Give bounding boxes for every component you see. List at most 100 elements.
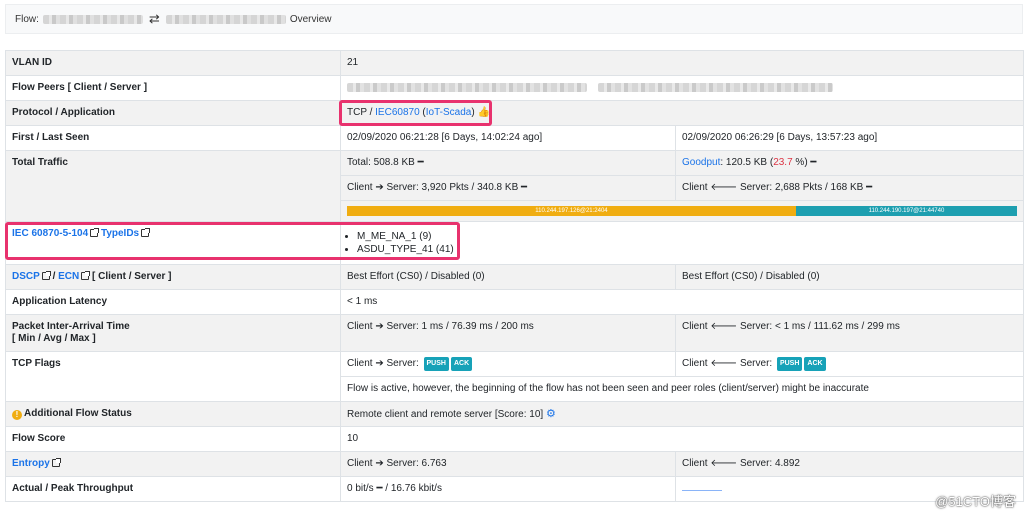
dscp-label: DSCP / ECN [ Client / Server ]: [5, 264, 341, 290]
table-row: Entropy Client ➔ Server: 6.763 Client 🡐 …: [5, 451, 1024, 477]
goodput-percent: 23.7: [773, 157, 793, 168]
iec-label: IEC 60870-5-104 TypeIDs: [5, 221, 341, 265]
paren-close: ): [471, 107, 475, 118]
entropy-label: Entropy: [5, 451, 341, 477]
table-row: Total Traffic Total: 508.8 KB ━ Goodput:…: [5, 150, 1024, 222]
entropy-client: Client ➔ Server: 6.763: [340, 451, 676, 477]
table-row: DSCP / ECN [ Client / Server ] Best Effo…: [5, 264, 1024, 290]
ack-badge: ACK: [450, 357, 473, 371]
iat-label-line2: [ Min / Avg / Max ]: [12, 333, 96, 344]
external-link-icon[interactable]: [81, 271, 91, 280]
overview-label: Overview: [289, 13, 332, 25]
flow-status-label: ! Additional Flow Status: [5, 401, 341, 427]
table-row: VLAN ID 21: [5, 50, 1024, 76]
tcp-flags-server: Client 🡐 Server: PUSH ACK: [675, 351, 1024, 377]
external-link-icon[interactable]: [41, 271, 51, 280]
tcp-flags-note: Flow is active, however, the beginning o…: [340, 376, 1024, 402]
swap-arrows-icon[interactable]: ⇄: [149, 11, 160, 27]
warning-circle-icon: !: [12, 410, 22, 420]
iat-client: Client ➔ Server: 1 ms / 76.39 ms / 200 m…: [340, 314, 676, 352]
dscp-client: Best Effort (CS0) / Disabled (0): [340, 264, 676, 290]
iat-label: Packet Inter-Arrival Time [ Min / Avg / …: [5, 314, 341, 352]
dscp-sep: /: [49, 271, 59, 282]
entropy-link[interactable]: Entropy: [12, 458, 50, 469]
typeid-item: M_ME_NA_1 (9): [357, 230, 1017, 243]
traffic-total: Total: 508.8 KB ━: [340, 150, 676, 176]
latency-label: Application Latency: [5, 289, 341, 315]
redacted-server: [165, 14, 286, 24]
last-seen-value: 02/09/2020 06:26:29 [6 Days, 13:57:23 ag…: [675, 125, 1024, 151]
flow-score-label: Flow Score: [5, 426, 341, 452]
protocol-label: Protocol / Application: [5, 100, 341, 126]
typeids-link[interactable]: TypeIDs: [101, 228, 139, 239]
server-bar-segment[interactable]: 110.244.190.197@21:44740: [795, 206, 1017, 216]
tcp-flags-label: TCP Flags: [5, 351, 341, 402]
flow-score-value: 10: [340, 426, 1024, 452]
goodput-tail: %) ━: [792, 157, 817, 168]
table-row: Actual / Peak Throughput 0 bit/s ━ / 16.…: [5, 476, 1024, 502]
gear-icon[interactable]: ⚙: [546, 408, 556, 420]
redacted-peer-client[interactable]: [347, 82, 587, 92]
tcp-client-text: Client ➔ Server:: [347, 358, 419, 369]
watermark: @51CTO博客: [935, 494, 1016, 509]
flow-status-value: Remote client and remote server [Score: …: [340, 401, 1024, 427]
throughput-label: Actual / Peak Throughput: [5, 476, 341, 502]
flow-breadcrumb: Flow: ⇄ Overview: [5, 4, 1023, 34]
application-link[interactable]: IEC60870: [375, 107, 419, 118]
table-row: TCP Flags Client ➔ Server: PUSH ACK Clien…: [5, 351, 1024, 402]
thumbs-up-icon: 👍: [477, 107, 490, 118]
external-link-icon[interactable]: [51, 458, 61, 467]
ecn-link[interactable]: ECN: [58, 271, 79, 282]
throughput-value: 0 bit/s ━ / 16.76 kbit/s: [340, 476, 676, 502]
dscp-link[interactable]: DSCP: [12, 271, 40, 282]
external-link-icon[interactable]: [90, 228, 100, 237]
vlan-value: 21: [340, 50, 1024, 76]
goodput-amount: : 120.5 KB (: [720, 157, 774, 168]
seen-label: First / Last Seen: [5, 125, 341, 151]
table-row: Application Latency < 1 ms: [5, 289, 1024, 315]
flow-label: Flow:: [15, 13, 39, 25]
traffic-ratio-bar: 110.244.197.126@21:2404 110.244.190.197@…: [347, 206, 1017, 216]
flow-status-score: Remote client and remote server [Score: …: [347, 408, 544, 420]
iec-link[interactable]: IEC 60870-5-104: [12, 228, 88, 239]
dscp-suffix: [ Client / Server ]: [89, 271, 172, 282]
first-seen-value: 02/09/2020 06:21:28 [6 Days, 14:02:24 ag…: [340, 125, 676, 151]
peers-value: [340, 75, 1024, 101]
client-to-server-packets: Client ➔ Server: 3,920 Pkts / 340.8 KB ━: [340, 175, 676, 201]
table-row: First / Last Seen 02/09/2020 06:21:28 [6…: [5, 125, 1024, 151]
ack-badge: ACK: [804, 357, 826, 371]
redacted-peer-server[interactable]: [597, 82, 833, 92]
vlan-label: VLAN ID: [5, 50, 341, 76]
push-badge: PUSH: [776, 357, 803, 371]
table-row: Flow Score 10: [5, 426, 1024, 452]
iat-server: Client 🡐 Server: < 1 ms / 111.62 ms / 29…: [675, 314, 1024, 352]
traffic-label: Total Traffic: [5, 150, 341, 222]
latency-value: < 1 ms: [340, 289, 1024, 315]
table-row: IEC 60870-5-104 TypeIDs M_ME_NA_1 (9)ASD…: [5, 221, 1024, 265]
table-row: ! Additional Flow Status Remote client an…: [5, 401, 1024, 427]
redacted-client: [42, 14, 143, 24]
goodput-link[interactable]: Goodput: [682, 157, 720, 168]
client-bar-segment[interactable]: 110.244.197.126@21:2404: [347, 206, 796, 216]
tcp-server-text: Client 🡐 Server:: [682, 358, 773, 369]
dscp-server: Best Effort (CS0) / Disabled (0): [675, 264, 1024, 290]
typeid-list: M_ME_NA_1 (9)ASDU_TYPE_41 (41): [347, 230, 1017, 256]
table-row: Protocol / Application TCP / IEC60870 (I…: [5, 100, 1024, 126]
iec-types: M_ME_NA_1 (9)ASDU_TYPE_41 (41): [340, 221, 1024, 265]
external-link-icon[interactable]: [141, 228, 151, 237]
flow-status-text: Additional Flow Status: [24, 408, 132, 419]
table-row: Flow Peers [ Client / Server ]: [5, 75, 1024, 101]
protocol-value: TCP / IEC60870 (IoT-Scada) 👍: [340, 100, 1024, 126]
push-badge: PUSH: [423, 357, 449, 371]
protocol-name: TCP /: [347, 107, 376, 118]
throughput-sparkline-line: [682, 484, 722, 491]
typeid-item: ASDU_TYPE_41 (41): [357, 243, 1017, 256]
iat-label-line1: Packet Inter-Arrival Time: [12, 321, 130, 332]
category-link[interactable]: IoT-Scada: [426, 107, 472, 118]
entropy-server: Client 🡐 Server: 4.892: [675, 451, 1024, 477]
traffic-bar-cell: 110.244.197.126@21:2404 110.244.190.197@…: [340, 200, 1024, 222]
peers-label: Flow Peers [ Client / Server ]: [5, 75, 341, 101]
goodput-value: Goodput: 120.5 KB (23.7 %) ━: [675, 150, 1024, 176]
table-row: Packet Inter-Arrival Time [ Min / Avg / …: [5, 314, 1024, 352]
server-to-client-packets: Client 🡐 Server: 2,688 Pkts / 168 KB ━: [675, 175, 1024, 201]
